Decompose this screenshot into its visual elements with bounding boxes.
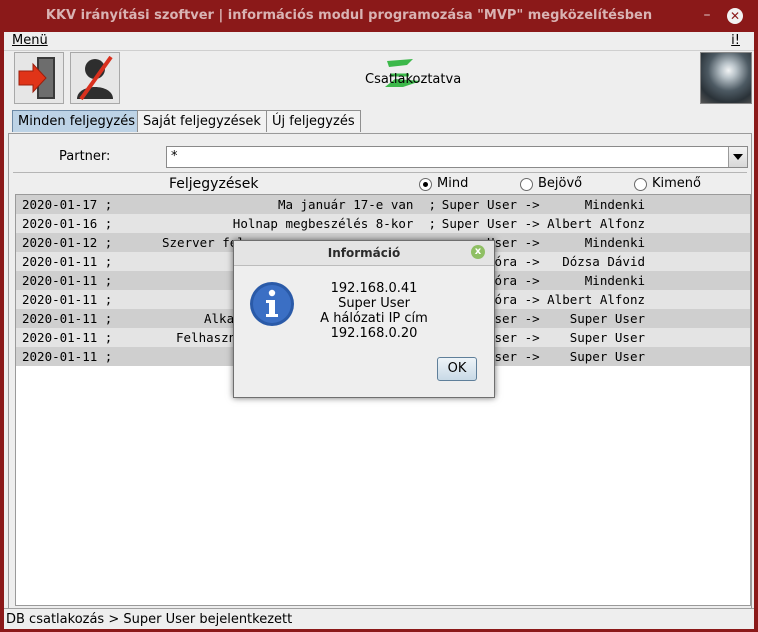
list-item[interactable]: 2020-01-16 ; Holnap megbeszélés 8-kor ; … [16, 214, 750, 233]
menu-main[interactable]: Menü [12, 33, 48, 48]
row-text: Holnap megbeszélés 8-kor ; [232, 216, 436, 231]
title-bar[interactable]: KKV irányítási szoftver | információs mo… [0, 0, 758, 32]
info-dialog: Információ x 192.168.0.41 Super User A h… [233, 240, 495, 398]
row-text: Ma január 17-e van ; [277, 197, 436, 212]
menu-help[interactable]: i! [731, 33, 740, 48]
toolbar: Csatlakoztatva [4, 51, 754, 105]
row-route: Dóra -> Dózsa Dávid [486, 254, 645, 269]
connection-status: Csatlakoztatva [359, 59, 479, 103]
dialog-close-button[interactable]: x [471, 245, 485, 259]
dialog-title: Információ [327, 246, 401, 260]
row-date: 2020-01-11 ; [22, 292, 113, 307]
list-item[interactable]: 2020-01-17 ; Ma január 17-e van ; Super … [16, 195, 750, 214]
radio-all-dot[interactable] [419, 178, 432, 191]
tab-all-notes[interactable]: Minden feljegyzés [12, 110, 142, 132]
dialog-line-user: Super User [338, 296, 410, 311]
menu-help-label: i! [731, 33, 740, 48]
row-route: Dóra -> Albert Alfonz [486, 292, 645, 307]
minimize-button[interactable]: – [700, 8, 714, 22]
status-bar: DB csatlakozás > Super User bejelentkeze… [4, 608, 754, 629]
row-route: User -> Super User [486, 330, 645, 345]
row-date: 2020-01-11 ; [22, 330, 113, 345]
radio-outgoing-dot[interactable] [634, 178, 647, 191]
notes-list-title: Feljegyzések [169, 176, 259, 192]
ok-button[interactable]: OK [437, 357, 477, 381]
dialog-line-caption: A hálózati IP cím [320, 311, 428, 326]
tab-new-note[interactable]: Új feljegyzés [266, 110, 361, 132]
row-date: 2020-01-11 ; [22, 273, 113, 288]
row-route: User -> Super User [486, 349, 645, 364]
row-route: User -> Mindenki [486, 235, 645, 250]
radio-outgoing-label: Kimenő [652, 176, 701, 191]
app-window: KKV irányítási szoftver | információs mo… [0, 0, 758, 632]
row-route: Dóra -> Mindenki [486, 273, 645, 288]
row-route: Super User -> Mindenki [441, 197, 645, 212]
dialog-line-ip: 192.168.0.41 [330, 281, 418, 296]
list-header: Feljegyzések Mind Bejövő Kimenő [13, 172, 747, 195]
menu-main-label: Menü [12, 33, 48, 48]
partner-select[interactable]: * [166, 146, 748, 168]
menu-bar: Menü i! [4, 32, 754, 51]
dialog-message: 192.168.0.41 Super User A hálózati IP cí… [304, 281, 444, 341]
connection-status-text: Csatlakoztatva [365, 72, 462, 87]
profile-image-button[interactable] [700, 52, 752, 104]
row-route: User -> Super User [486, 311, 645, 326]
radio-incoming-dot[interactable] [520, 178, 533, 191]
tab-own-notes[interactable]: Saját feljegyzések [137, 110, 267, 132]
user-disable-button[interactable] [70, 52, 120, 104]
radio-all-label: Mind [437, 176, 469, 191]
dialog-title-bar[interactable]: Információ x [234, 241, 494, 266]
logout-button[interactable] [14, 52, 64, 104]
close-button[interactable]: ✕ [727, 8, 743, 24]
row-route: Super User -> Albert Alfonz [441, 216, 645, 231]
row-date: 2020-01-12 ; [22, 235, 113, 250]
dialog-line-network-ip: 192.168.0.20 [330, 326, 418, 341]
row-date: 2020-01-11 ; [22, 254, 113, 269]
window-title: KKV irányítási szoftver | információs mo… [45, 8, 653, 23]
info-icon [250, 282, 294, 326]
user-blocked-icon [77, 55, 113, 101]
row-date: 2020-01-17 ; [22, 197, 113, 212]
partner-label: Partner: [59, 149, 111, 164]
dropdown-arrow-icon[interactable] [728, 147, 747, 167]
exit-door-icon [18, 57, 55, 99]
partner-value: * [171, 149, 178, 164]
row-date: 2020-01-16 ; [22, 216, 113, 231]
radio-incoming-label: Bejövő [538, 176, 583, 191]
status-text: DB csatlakozás > Super User bejelentkeze… [6, 612, 293, 627]
row-date: 2020-01-11 ; [22, 349, 113, 364]
row-date: 2020-01-11 ; [22, 311, 113, 326]
